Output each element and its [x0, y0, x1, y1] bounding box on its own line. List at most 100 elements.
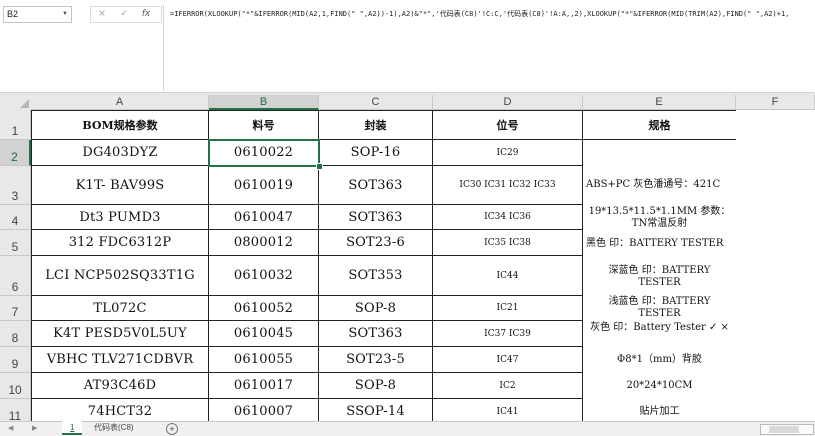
spec-text[interactable]: 贴片加工 [583, 406, 736, 418]
cell-part-number[interactable]: 0610007 [209, 399, 319, 421]
chevron-down-icon[interactable]: ▼ [62, 7, 68, 22]
row-header-6[interactable]: 6 [0, 256, 31, 296]
cell-part-number[interactable]: 0610032 [209, 256, 319, 296]
cell-position[interactable]: IC47 [433, 347, 583, 373]
row-number: 9 [11, 357, 19, 371]
cell-package[interactable]: SOT363 [319, 205, 433, 230]
spec-text[interactable]: 深蓝色 印：BATTERY TESTER [583, 265, 736, 289]
cell-part-number[interactable]: 0610052 [209, 296, 319, 321]
header-bom[interactable]: BOM规格参数 [31, 110, 209, 140]
cell-part-number[interactable]: 0610047 [209, 205, 319, 230]
cell-bom[interactable]: DG403DYZ [31, 140, 209, 166]
cell-bom[interactable]: K1T- BAV99S [31, 166, 209, 205]
scroll-left-icon[interactable]: ◀ [8, 422, 13, 435]
cell-position[interactable]: IC30 IC31 IC32 IC33 [433, 166, 583, 205]
spec-text[interactable]: 19*13.5*11.5*1.1MM 参数：TN常温反射 [583, 206, 736, 230]
scroll-right-icon[interactable]: ▶ [32, 422, 37, 435]
column-header-a[interactable]: A [31, 95, 209, 110]
row-header-11[interactable]: 11 [0, 399, 31, 421]
select-all-button[interactable] [0, 95, 32, 111]
formula-buttons: × ✓ fx [90, 6, 162, 23]
cell-position[interactable]: IC41 [433, 399, 583, 421]
row-header-4[interactable]: 4 [0, 205, 31, 230]
cell-position[interactable]: IC2 [433, 373, 583, 399]
sheet-tab[interactable]: 1 [62, 421, 83, 435]
cell-package[interactable]: SOP-8 [319, 373, 433, 399]
spec-text[interactable]: 20*24*10CM [583, 380, 736, 392]
row-number: 6 [11, 280, 19, 294]
add-sheet-icon[interactable]: + [166, 423, 178, 435]
cell-package[interactable]: SOT363 [319, 321, 433, 347]
cell-package[interactable]: SOT363 [319, 166, 433, 205]
cell-package[interactable]: SOT23-5 [319, 347, 433, 373]
cancel-icon[interactable]: × [91, 7, 113, 22]
cell-part-number[interactable]: 0800012 [209, 230, 319, 256]
cell-package[interactable]: SOT353 [319, 256, 433, 296]
row-header-8[interactable]: 8 [0, 321, 31, 347]
spec-text[interactable]: 灰色 印：Battery Tester ✓ × [583, 322, 736, 334]
spec-text[interactable]: ABS+PC 灰色潘通号：421C [583, 179, 736, 191]
column-header-c[interactable]: C [319, 95, 433, 110]
name-box-value: B2 [7, 9, 19, 19]
scrollbar-thumb[interactable] [769, 426, 799, 433]
spec-text[interactable]: 黑色 印：BATTERY TESTER [583, 238, 736, 250]
cell-package[interactable]: SOP-16 [319, 140, 433, 166]
header-spec[interactable]: 规格 [583, 110, 736, 140]
spreadsheet-grid[interactable]: A B C D E F 1 2 3 4 5 6 7 8 9 10 11 BOM规… [0, 95, 815, 421]
select-all-icon [20, 99, 29, 108]
cell-package[interactable]: SSOP-14 [319, 399, 433, 421]
row-number: 11 [8, 409, 22, 421]
column-header-d[interactable]: D [433, 95, 583, 110]
check-icon[interactable]: ✓ [113, 7, 135, 22]
cell-part-number[interactable]: 0610019 [209, 166, 319, 205]
cell-package[interactable]: SOT23-6 [319, 230, 433, 256]
row-number: 5 [11, 240, 19, 254]
cell-bom[interactable]: VBHC TLV271CDBVR [31, 347, 209, 373]
cell-bom[interactable]: TL072C [31, 296, 209, 321]
row-header-2[interactable]: 2 [0, 140, 31, 166]
row-number: 2 [11, 150, 18, 164]
row-number: 1 [11, 124, 19, 138]
cell-bom[interactable]: K4T PESD5V0L5UY [31, 321, 209, 347]
column-header-f[interactable]: F [736, 95, 815, 110]
cell-bom[interactable]: Dt3 PUMD3 [31, 205, 209, 230]
row-header-7[interactable]: 7 [0, 296, 31, 321]
cell-position[interactable]: IC44 [433, 256, 583, 296]
column-header-e[interactable]: E [583, 95, 736, 110]
fill-handle[interactable] [316, 163, 323, 170]
sheet-tab[interactable]: 代码表(C8) [86, 421, 142, 435]
column-header-b[interactable]: B [209, 95, 319, 110]
fx-icon[interactable]: fx [135, 7, 157, 22]
formula-text[interactable]: =IFERROR(XLOOKUP("*"&IFERROR(MID(A2,1,FI… [170, 9, 789, 19]
cell-bom[interactable]: LCI NCP502SQ33T1G [31, 256, 209, 296]
cell-bom[interactable]: 74HCT32 [31, 399, 209, 421]
horizontal-scrollbar[interactable] [760, 424, 814, 435]
cell-part-number[interactable]: 0610017 [209, 373, 319, 399]
spec-text[interactable]: Φ8*1（mm）背胶 [583, 354, 736, 366]
header-part-number[interactable]: 料号 [209, 110, 319, 140]
cell-position[interactable]: IC37 IC39 [433, 321, 583, 347]
row-header-5[interactable]: 5 [0, 230, 31, 256]
cell-position[interactable]: IC35 IC38 [433, 230, 583, 256]
active-cell-border [208, 139, 320, 167]
cell-package[interactable]: SOP-8 [319, 296, 433, 321]
cell-position[interactable]: IC34 IC36 [433, 205, 583, 230]
row-number: 4 [11, 214, 19, 228]
formula-input[interactable]: =IFERROR(XLOOKUP("*"&IFERROR(MID(A2,1,FI… [163, 5, 815, 91]
header-package[interactable]: 封装 [319, 110, 433, 140]
row-header-10[interactable]: 10 [0, 373, 31, 399]
cell-bom[interactable]: AT93C46D [31, 373, 209, 399]
spec-text[interactable]: 浅蓝色 印：BATTERY TESTER [583, 296, 736, 320]
row-header-1[interactable]: 1 [0, 110, 31, 140]
cell-bom[interactable]: 312 FDC6312P [31, 230, 209, 256]
cell-position[interactable]: IC29 [433, 140, 583, 166]
cell-position[interactable]: IC21 [433, 296, 583, 321]
row-number: 8 [11, 331, 19, 345]
row-number: 10 [8, 383, 22, 397]
cell-part-number[interactable]: 0610045 [209, 321, 319, 347]
name-box[interactable]: B2 ▼ [3, 6, 72, 23]
header-position[interactable]: 位号 [433, 110, 583, 140]
row-header-3[interactable]: 3 [0, 166, 31, 205]
cell-part-number[interactable]: 0610055 [209, 347, 319, 373]
row-header-9[interactable]: 9 [0, 347, 31, 373]
